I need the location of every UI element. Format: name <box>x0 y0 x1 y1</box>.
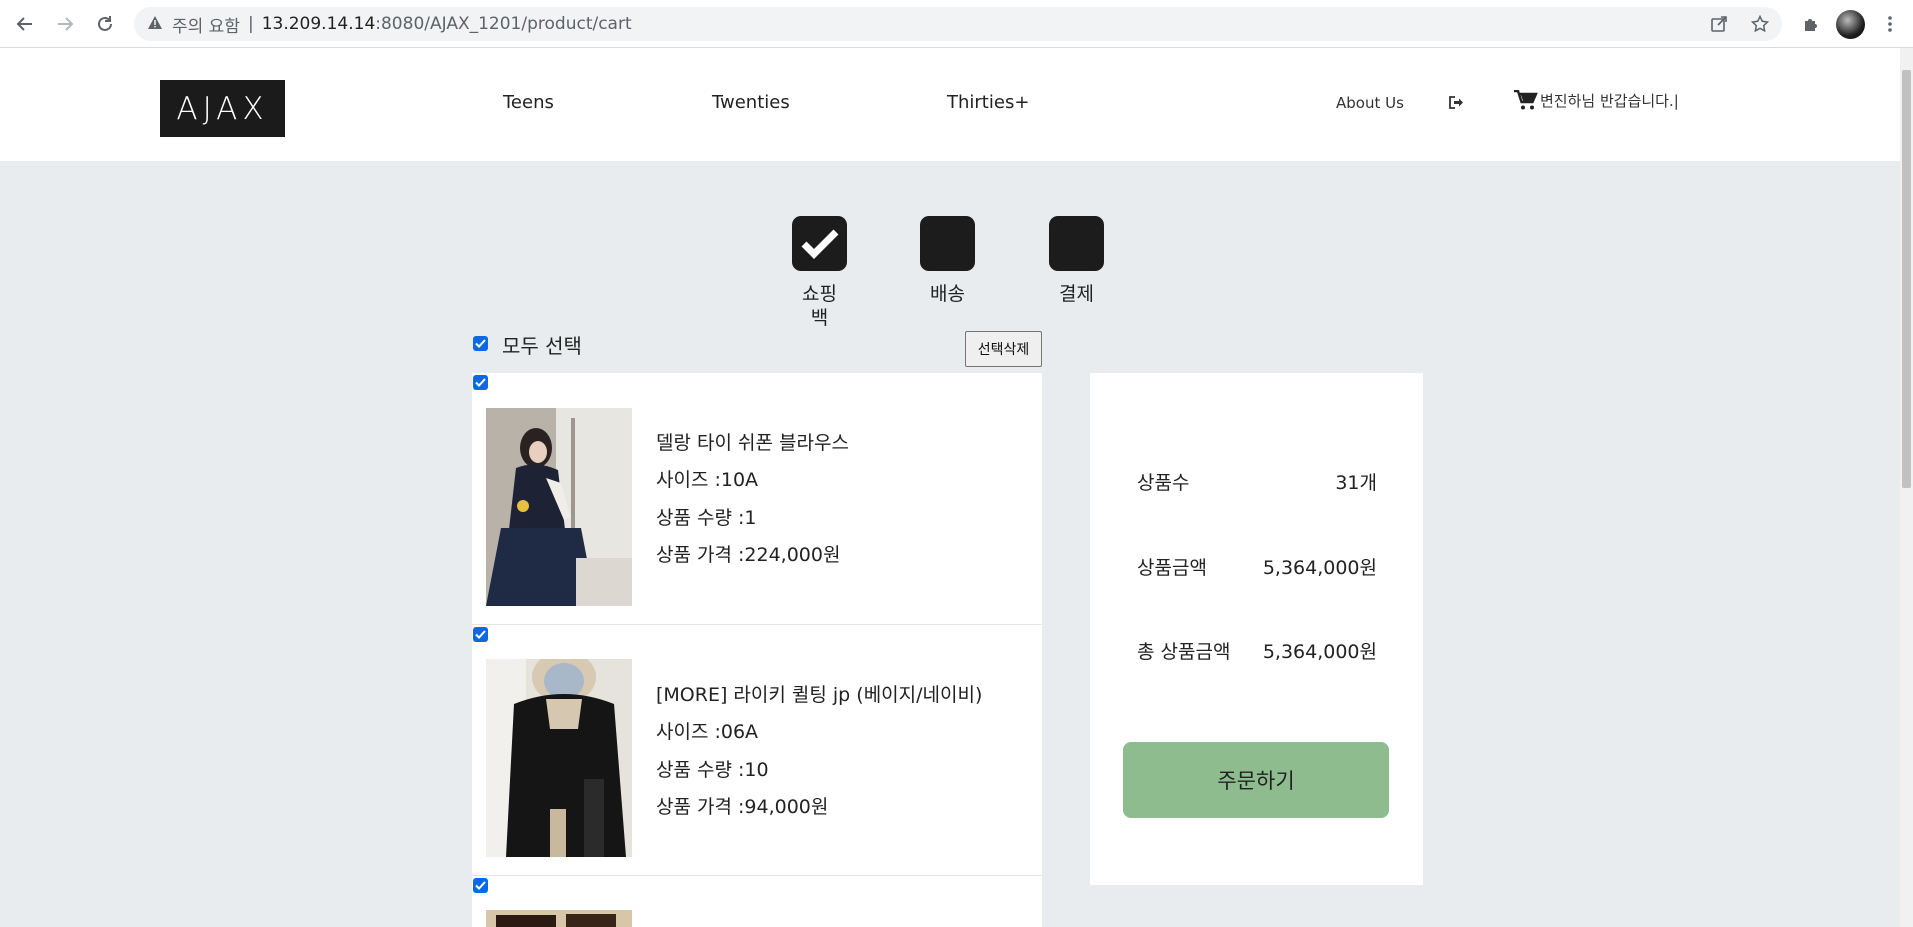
step-label-shipping: 배송 <box>930 283 965 305</box>
check-icon <box>801 229 838 259</box>
summary-amount-label: 상품금액 <box>1137 557 1207 579</box>
item-quantity: 상품 수량 :10 <box>656 759 769 781</box>
security-warning-text: 주의 요함 <box>172 16 240 37</box>
item-checkbox[interactable] <box>473 627 488 642</box>
cart-greeting[interactable]: 변진하님 반갑습니다.| <box>1514 90 1679 111</box>
summary-count-value: 31개 <box>1335 472 1377 494</box>
address-bar[interactable]: 주의 요함 | 13.209.14.14 :8080/AJAX_1201/pro… <box>134 7 1782 41</box>
extensions-puzzle-icon[interactable] <box>1799 12 1823 36</box>
product-image[interactable] <box>486 910 632 927</box>
product-image[interactable] <box>486 659 632 857</box>
nav-twenties[interactable]: Twenties <box>712 92 790 113</box>
logo-text: AJAX <box>176 90 269 127</box>
bookmark-star-icon[interactable] <box>1748 12 1772 36</box>
site-logo[interactable]: AJAX <box>160 80 285 137</box>
item-divider <box>472 875 1042 876</box>
menu-dots-icon[interactable] <box>1878 12 1902 36</box>
item-name[interactable]: 델랑 타이 쉬폰 블라우스 <box>656 428 849 455</box>
step-label-shopping-bag: 쇼핑 백 <box>792 282 847 330</box>
item-checkbox[interactable] <box>473 878 488 893</box>
share-icon[interactable] <box>1707 12 1731 36</box>
item-quantity: 상품 수량 :1 <box>656 507 757 529</box>
item-size: 사이즈 :06A <box>656 721 759 743</box>
item-size: 사이즈 :10A <box>656 469 759 491</box>
step-payment <box>1049 216 1104 271</box>
step-label-shopping-bag-text: 쇼핑 백 <box>802 283 837 329</box>
profile-avatar[interactable] <box>1836 10 1865 39</box>
page-scrollbar[interactable] <box>1900 48 1913 927</box>
scrollbar-thumb[interactable] <box>1902 70 1911 488</box>
step-label-payment: 결제 <box>1059 283 1094 305</box>
about-us-link[interactable]: About Us <box>1336 94 1404 112</box>
item-price: 상품 가격 :224,000원 <box>656 544 841 566</box>
item-divider <box>472 624 1042 625</box>
url-host: 13.209.14.14 <box>261 14 376 34</box>
summary-amount-value: 5,364,000원 <box>1262 557 1377 579</box>
item-name[interactable]: [MORE] 라이키 퀼팅 jp (베이지/네이비) <box>656 680 982 707</box>
step-shipping <box>920 216 975 271</box>
summary-total-value: 5,364,000원 <box>1262 641 1377 663</box>
cart-icon <box>1514 90 1538 110</box>
select-all-label: 모두 선택 <box>502 334 582 358</box>
nav-thirties[interactable]: Thirties+ <box>947 92 1029 113</box>
logout-icon[interactable] <box>1449 95 1464 113</box>
reload-icon[interactable] <box>91 10 119 38</box>
step-shopping-bag <box>792 216 847 271</box>
delete-selected-button[interactable]: 선택삭제 <box>965 331 1042 367</box>
greeting-text: 변진하님 반갑습니다.| <box>1540 92 1679 110</box>
select-all-checkbox[interactable] <box>473 336 488 351</box>
summary-total-label: 총 상품금액 <box>1137 641 1231 663</box>
product-image[interactable] <box>486 408 632 606</box>
back-arrow-icon[interactable] <box>11 10 39 38</box>
summary-count-label: 상품수 <box>1137 472 1190 494</box>
url-path: :8080/AJAX_1201/product/cart <box>375 14 632 34</box>
warning-icon <box>148 15 162 33</box>
item-checkbox[interactable] <box>473 375 488 390</box>
item-price: 상품 가격 :94,000원 <box>656 796 829 818</box>
browser-toolbar: 주의 요함 | 13.209.14.14 :8080/AJAX_1201/pro… <box>0 0 1913 48</box>
nav-teens[interactable]: Teens <box>503 92 554 113</box>
site-header: AJAX Teens Twenties Thirties+ About Us 변… <box>0 48 1900 161</box>
url-separator: | <box>247 14 254 34</box>
forward-arrow-icon[interactable] <box>51 10 79 38</box>
order-button[interactable]: 주문하기 <box>1123 742 1389 818</box>
